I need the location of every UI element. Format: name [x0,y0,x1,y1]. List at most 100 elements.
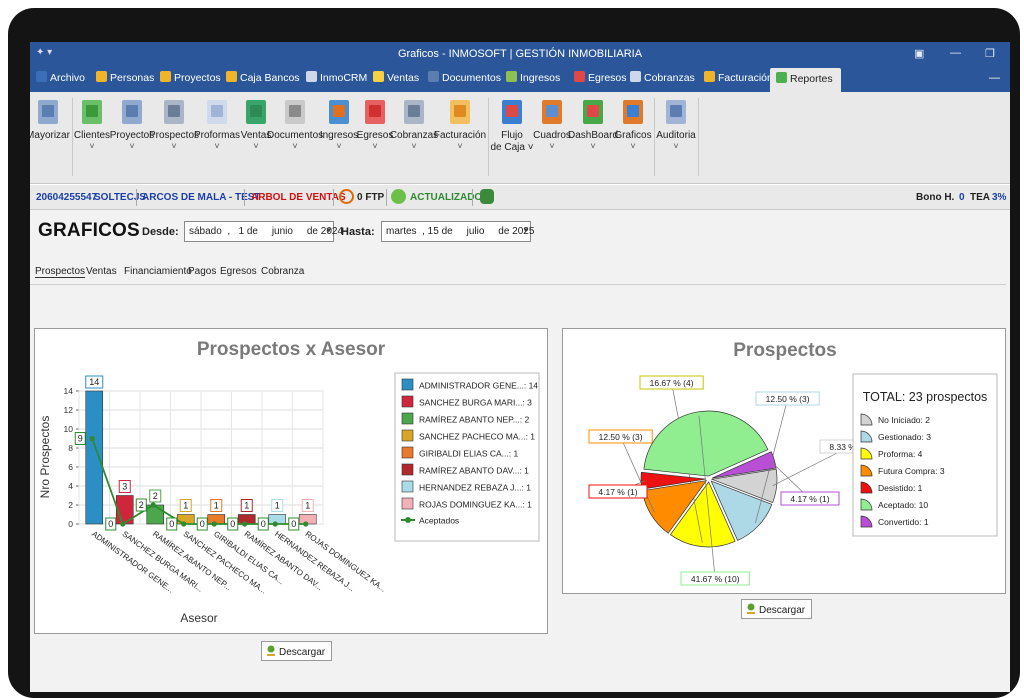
minimize-icon[interactable]: — [950,47,961,59]
chevron-down-icon: ˅ [673,141,679,151]
facturacion-button[interactable]: Facturación ˅ [432,98,488,151]
bar-value-label: 1 [214,501,219,511]
graficos-page: GRAFICOS Desde: sábado , 1 de junio de 2… [30,210,1010,692]
tab-reportes[interactable]: Reportes [770,68,841,92]
subtab-ventas[interactable]: Ventas [86,266,117,277]
legend-swatch [401,497,414,510]
pie-slice-label: 41.67 % (10) [691,574,740,584]
x-axis-label: Asesor [180,611,217,625]
tab-inmocrm[interactable]: InmoCRM [306,71,367,84]
legend-entry: No Iniciado: 2 [878,415,930,425]
separator [472,189,473,206]
ribbon-collapse-icon[interactable]: — [989,72,1000,84]
aceptados-point[interactable] [181,521,187,527]
chevron-down-icon: ▾ [523,225,528,235]
y-axis-label: Nro Prospectos [38,416,52,499]
tab-proyectos[interactable]: Proyectos [160,71,221,84]
aceptados-value-label: 0 [169,519,174,529]
download-bar-chart-button[interactable]: Descargar [261,641,333,661]
desde-label: Desde: [142,226,179,238]
page-title: GRAFICOS [38,220,140,241]
sales-tree-link[interactable]: ARBOL DE VENTAS [251,192,346,203]
tab-personas[interactable]: Personas [96,71,154,84]
aceptados-point[interactable] [150,502,156,508]
bono-label: Bono H. [916,192,955,203]
title-bar: ✦ ▾ Graficos - INMOSOFT | GESTIÓN INMOBI… [30,42,1010,66]
tab-icon [226,71,237,82]
facturacion-icon [447,98,473,126]
restore-icon[interactable]: ▣ [914,47,924,60]
legend-entry: Proforma: 4 [878,449,923,459]
tab-ingresos[interactable]: Ingresos [506,71,560,84]
aceptados-value-label: 9 [78,434,83,444]
hasta-date-picker[interactable]: martes , 15 de julio de 2025 ▾ [381,221,534,242]
ftp-clock-icon [339,189,354,204]
tab-documentos[interactable]: Documentos [428,71,501,84]
subtab-egresos[interactable]: Egresos [220,266,257,277]
tab-label: InmoCRM [320,72,368,84]
tab-label: Cobranzas [644,72,695,84]
egresos-icon [362,98,388,126]
aceptados-point[interactable] [303,521,309,527]
proformas-icon [204,98,230,126]
legend-entry: Gestionado: 3 [878,432,931,442]
legend-swatch [401,412,414,425]
tab-label: Archivo [50,72,86,84]
aceptados-point[interactable] [242,521,248,527]
ribbon-button-label-2: de Caja [490,142,525,153]
tab-caja-bancos[interactable]: Caja Bancos [226,71,300,84]
download-pie-chart-button[interactable]: Descargar [741,599,813,619]
legend-entry: SANCHEZ PACHECO MA...: 1 [419,432,535,442]
tab-label: Personas [110,72,155,84]
subtab-cobranza[interactable]: Cobranza [261,266,304,277]
bar-value-label: 3 [122,482,127,492]
subtab-prospectos[interactable]: Prospectos [35,266,86,278]
aceptados-point[interactable] [211,521,217,527]
aceptados-value-label: 0 [291,519,296,529]
legend-entry: RAMÍREZ ABANTO DAV...: 1 [419,466,529,476]
aceptados-value-label: 0 [108,519,113,529]
window-title: Graficos - INMOSOFT | GESTIÓN INMOBILIAR… [397,48,643,60]
tab-icon [776,72,787,83]
legend-swatch [401,446,414,459]
ftp-status[interactable]: 0 FTP [357,192,384,203]
aceptados-point[interactable] [89,435,95,442]
aceptados-value-label: 0 [261,519,266,529]
chart-title: Prospectos x Asesor [197,339,386,360]
maximize-icon[interactable]: ❐ [985,47,995,60]
divider [30,284,1006,285]
chart-title: Prospectos [733,340,836,361]
ventas-icon [243,98,269,126]
tab-icon [96,71,107,82]
tab-egresos[interactable]: Egresos [574,71,627,84]
bar-value-label: 14 [89,377,99,387]
auditoria-button[interactable]: Auditoria ˅ [648,98,704,151]
tab-cobranzas[interactable]: Cobranzas [630,71,695,84]
download-icon [746,603,756,615]
hasta-label: Hasta: [341,226,375,238]
tab-icon [306,71,317,82]
chevron-down-icon: ▾ [326,225,331,235]
y-tick-label: 0 [68,519,73,529]
tab-icon [428,71,439,82]
project-text[interactable]: ARCOS DE MALA - TEST [142,192,261,203]
ribbon-separator [488,98,489,176]
tab-facturaci-n[interactable]: Facturación [704,71,773,84]
desde-date-picker[interactable]: sábado , 1 de junio de 2024 ▾ [184,221,343,242]
device-frame: ✦ ▾ Graficos - INMOSOFT | GESTIÓN INMOBI… [8,8,1020,698]
aceptados-point[interactable] [272,521,278,527]
aceptados-point[interactable] [120,521,126,527]
tab-archivo[interactable]: Archivo [36,71,85,84]
tab-icon [373,71,384,82]
tab-label: Documentos [442,72,501,84]
aceptados-value-label: 2 [139,500,144,510]
legend-entry: Futura Compra: 3 [878,466,945,476]
subtab-financiamiento[interactable]: Financiamiento [124,266,192,277]
total-label: TOTAL: 23 prospectos [863,390,988,404]
tab-ventas[interactable]: Ventas [373,71,419,84]
support-icon[interactable] [480,189,494,204]
tab-icon [704,71,715,82]
bar[interactable] [85,390,104,525]
tab-label: Facturación [718,72,773,84]
subtab-pagos[interactable]: Pagos [188,266,216,277]
